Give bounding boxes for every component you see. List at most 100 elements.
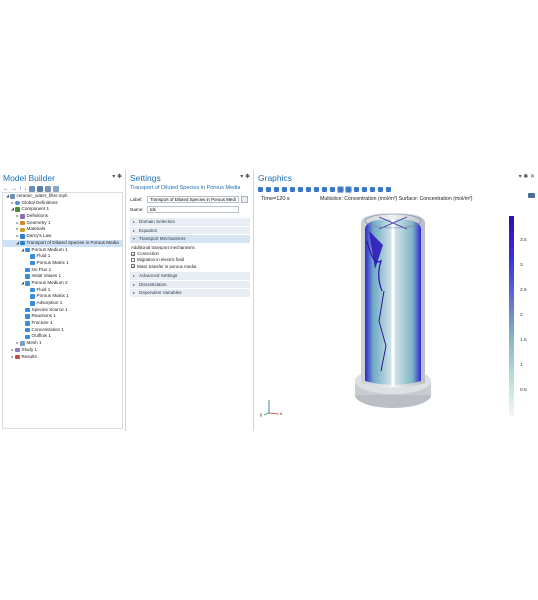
- tree-node-label: Initial Values 1: [31, 273, 62, 279]
- settings-subtitle: Transport of Diluted Species in Porous M…: [130, 185, 241, 191]
- tree-node-label: Fracture 1: [31, 320, 53, 326]
- tree-node[interactable]: Porous Matrix 1: [3, 260, 122, 267]
- up-arrow-icon[interactable]: ↑: [19, 186, 22, 192]
- physics-icon: [20, 234, 25, 239]
- show-icon[interactable]: [29, 185, 35, 192]
- tree-node[interactable]: ▸ Results: [3, 354, 122, 361]
- tree-node[interactable]: ▸ Materials: [3, 226, 122, 233]
- settings-panel: Settings ▾ ✱ Transport of Diluted Specie…: [127, 171, 254, 431]
- tree-node[interactable]: ▸ Mesh 1: [3, 340, 122, 347]
- domain-icon: [25, 247, 30, 253]
- comsol-window: Model Builder ▾ ✱ ← → ↑ ↓ ◢ ceramic_water…: [0, 171, 538, 431]
- tree-node[interactable]: Adsorption 1: [3, 300, 122, 307]
- section-label: Equation: [139, 227, 158, 233]
- tree-node[interactable]: ◢ Component 1: [3, 206, 122, 213]
- reset-label-icon[interactable]: [241, 195, 248, 203]
- label-row: Label:: [127, 194, 253, 204]
- 3d-view[interactable]: [255, 171, 538, 431]
- panel-pin-icon[interactable]: ▾ ✱: [240, 173, 250, 180]
- section-header[interactable]: ▾ Transport Mechanisms: [130, 235, 250, 243]
- tree-node[interactable]: ▸ Study 1: [3, 347, 122, 354]
- domain-icon: [25, 321, 30, 326]
- expand-icon[interactable]: [45, 185, 51, 192]
- sort-icon[interactable]: [53, 185, 59, 192]
- domain-icon: [25, 274, 30, 279]
- tree-node-label: Transport of Diluted Species in Porous M…: [26, 239, 119, 245]
- checkbox-label: Mass transfer in porous media: [137, 263, 197, 269]
- mechanism-checkbox-row[interactable]: ✓ Mass transfer in porous media: [131, 263, 249, 269]
- back-arrow-icon[interactable]: ←: [3, 186, 9, 192]
- tree-node-label: Definitions: [26, 213, 48, 219]
- tree-node[interactable]: Initial Values 1: [3, 273, 122, 280]
- domain-icon: [25, 327, 30, 333]
- panel-pin-icon[interactable]: ▾ ✱: [112, 173, 122, 180]
- name-field[interactable]: [147, 205, 239, 213]
- tree-node-label: Materials: [26, 226, 46, 232]
- domain-icon: [25, 281, 30, 286]
- domain-icon: [30, 294, 35, 299]
- section-header[interactable]: ▸ Dependent Variables: [130, 289, 250, 297]
- checkbox[interactable]: ✓: [131, 251, 135, 256]
- section-header[interactable]: ▸ Domain Selection: [130, 218, 250, 226]
- domain-icon: [25, 334, 30, 340]
- model-builder-title: Model Builder ▾ ✱: [3, 173, 122, 183]
- component-icon: [15, 207, 20, 212]
- y-axis-label: y: [260, 412, 263, 417]
- filter-model: [355, 213, 431, 408]
- axis-triad: [263, 403, 280, 416]
- tree-node[interactable]: Reactions 1: [3, 313, 122, 320]
- domain-icon: [30, 254, 35, 259]
- tree-node[interactable]: ◢ ceramic_water_filter.mph: [3, 193, 122, 200]
- tree-node-label: Study 1: [21, 346, 38, 352]
- tree-node[interactable]: ▸ Global Definitions: [3, 200, 122, 207]
- tree-node[interactable]: ◢ Porous Medium 2: [3, 280, 122, 287]
- tree-node[interactable]: ▸ Definitions: [3, 213, 122, 220]
- tree-node[interactable]: Fracture 1: [3, 320, 122, 327]
- colorbar-tick-label: 1: [520, 363, 523, 368]
- colorbar-tick-label: 3: [520, 263, 523, 268]
- tree-node[interactable]: Porous Matrix 1: [3, 293, 122, 300]
- domain-icon: [30, 287, 35, 293]
- globe-icon: [15, 200, 20, 206]
- transport-mechanisms-body: Additional transport mechanisms ✓ Convect…: [127, 244, 253, 272]
- tree-node[interactable]: ◢ Transport of Diluted Species in Porous …: [3, 239, 122, 247]
- tree-node[interactable]: No Flux 1: [3, 267, 122, 274]
- tree-node-label: Outflow 1: [31, 333, 51, 339]
- tree-node[interactable]: ▸ Darcy's Law: [3, 233, 122, 240]
- section-header[interactable]: ▸ Advanced Settings: [130, 272, 250, 280]
- tree-node[interactable]: Concentration 1: [3, 327, 122, 334]
- tree-node[interactable]: Species Source 1: [3, 307, 122, 314]
- checkbox[interactable]: ✓: [131, 264, 135, 269]
- section-header[interactable]: ▸ Equation: [130, 226, 250, 234]
- colorbar: [509, 216, 514, 416]
- collapse-icon[interactable]: [37, 185, 43, 192]
- tree-node-label: Reactions 1: [31, 313, 56, 319]
- label-caption: Label:: [130, 196, 143, 202]
- geometry-icon: [20, 220, 25, 226]
- checkbox[interactable]: [131, 257, 135, 262]
- label-field[interactable]: [147, 195, 239, 203]
- section-label: Domain Selection: [139, 219, 176, 224]
- tree-node-label: Mesh 1: [26, 340, 42, 346]
- colorbar-tick-label: 1.5: [520, 338, 527, 343]
- domain-icon: [30, 301, 35, 306]
- file-icon: [10, 194, 15, 199]
- colorbar-tick-label: 3.5: [520, 238, 527, 243]
- down-arrow-icon[interactable]: ↓: [24, 186, 27, 192]
- tree-node[interactable]: Fluid 1: [3, 287, 122, 294]
- results-icon: [15, 354, 20, 360]
- tree-node-label: Porous Matrix 1: [36, 259, 69, 265]
- forward-arrow-icon[interactable]: →: [11, 186, 17, 192]
- domain-icon: [25, 267, 30, 273]
- tree-node-label: Porous Medium 2: [31, 279, 68, 285]
- tree-node[interactable]: Fluid 1: [3, 253, 122, 260]
- tree-node-label: Porous Matrix 1: [36, 293, 69, 299]
- tree-node[interactable]: ▸ Geometry 1: [3, 220, 122, 227]
- tree-node[interactable]: ◢ Porous Medium 1: [3, 247, 122, 254]
- tree-node[interactable]: Outflow 1: [3, 333, 122, 340]
- domain-icon: [25, 307, 30, 313]
- x-axis-line: [268, 412, 280, 415]
- colorbar-tick-label: 0.5: [520, 388, 527, 393]
- section-header[interactable]: ▸ Discretization: [130, 280, 250, 289]
- name-row: Name:: [127, 204, 253, 214]
